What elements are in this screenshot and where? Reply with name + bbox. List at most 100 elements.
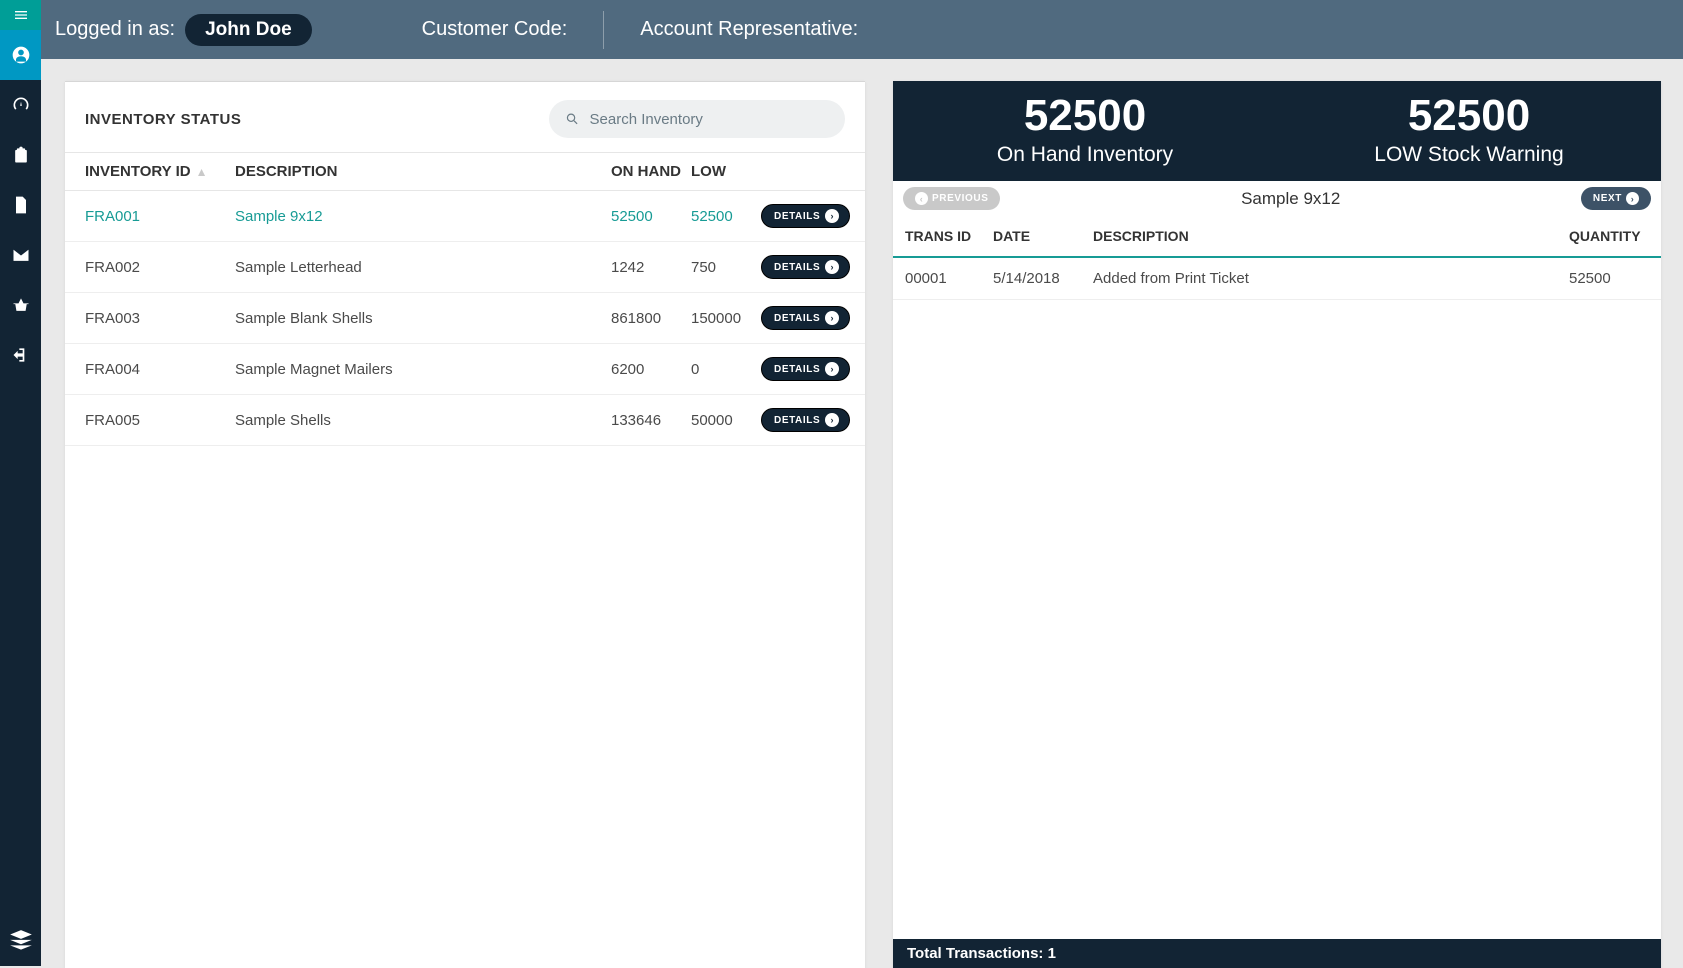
inventory-low: 50000 — [691, 412, 761, 429]
trans-date: 5/14/2018 — [993, 270, 1093, 287]
sidebar-item-clipboard[interactable] — [0, 130, 41, 180]
trans-id: 00001 — [905, 270, 993, 287]
details-button[interactable]: DETAILS › — [761, 255, 850, 279]
detail-nav-row: ‹ PREVIOUS Sample 9x12 NEXT › — [893, 181, 1661, 216]
transactions-table-header: TRANS ID DATE DESCRIPTION QUANTITY — [893, 216, 1661, 258]
trans-desc: Added from Print Ticket — [1093, 270, 1569, 287]
details-button[interactable]: DETAILS › — [761, 357, 850, 381]
envelope-icon — [11, 245, 31, 265]
chevron-right-icon: › — [825, 413, 839, 427]
brand-logo — [0, 916, 41, 966]
topbar-separator — [603, 11, 604, 49]
inventory-low: 52500 — [691, 208, 761, 225]
transactions-table: TRANS ID DATE DESCRIPTION QUANTITY 00001… — [893, 216, 1661, 300]
chevron-left-icon: ‹ — [915, 192, 928, 205]
inventory-desc: Sample Magnet Mailers — [235, 361, 611, 378]
dashboard-gauge-icon — [11, 95, 31, 115]
detail-item-name: Sample 9x12 — [1000, 189, 1580, 209]
transaction-row[interactable]: 000015/14/2018Added from Print Ticket525… — [893, 258, 1661, 300]
inventory-row[interactable]: FRA001Sample 9x125250052500DETAILS › — [65, 191, 865, 242]
search-icon — [565, 111, 580, 127]
chevron-right-icon: › — [825, 362, 839, 376]
logout-icon — [11, 345, 31, 365]
account-rep-label: Account Representative: — [640, 18, 858, 41]
inventory-desc: Sample 9x12 — [235, 208, 611, 225]
column-header-qty[interactable]: QUANTITY — [1569, 228, 1649, 244]
next-button[interactable]: NEXT › — [1581, 187, 1651, 210]
inventory-id: FRA002 — [85, 259, 235, 276]
inventory-low: 150000 — [691, 310, 761, 327]
sidebar-item-mail[interactable] — [0, 230, 41, 280]
sidebar-item-logout[interactable] — [0, 330, 41, 380]
chevron-right-icon: › — [825, 209, 839, 223]
inventory-id: FRA001 — [85, 208, 235, 225]
summary-onhand-value: 52500 — [893, 91, 1277, 141]
column-header-transid[interactable]: TRANS ID — [905, 228, 993, 244]
inventory-desc: Sample Blank Shells — [235, 310, 611, 327]
inventory-onhand: 52500 — [611, 208, 691, 225]
column-header-low[interactable]: LOW — [691, 163, 761, 180]
sidebar-item-basket[interactable] — [0, 280, 41, 330]
column-header-date[interactable]: DATE — [993, 228, 1093, 244]
details-button[interactable]: DETAILS › — [761, 204, 850, 228]
inventory-onhand: 1242 — [611, 259, 691, 276]
previous-button[interactable]: ‹ PREVIOUS — [903, 187, 1000, 210]
panel-title: INVENTORY STATUS — [85, 111, 241, 128]
inventory-id: FRA003 — [85, 310, 235, 327]
footer-label: Total Transactions: — [907, 945, 1048, 962]
inventory-id: FRA005 — [85, 412, 235, 429]
document-icon — [11, 195, 31, 215]
inventory-onhand: 6200 — [611, 361, 691, 378]
sidebar-item-document[interactable] — [0, 180, 41, 230]
chevron-right-icon: › — [825, 260, 839, 274]
summary-low-value: 52500 — [1277, 91, 1661, 141]
stack-icon — [8, 928, 34, 954]
logged-in-label: Logged in as: — [55, 18, 175, 41]
inventory-row[interactable]: FRA002Sample Letterhead1242750DETAILS › — [65, 242, 865, 293]
user-name-pill[interactable]: John Doe — [185, 14, 312, 46]
topbar: Logged in as: John Doe Customer Code: Ac… — [41, 0, 1683, 59]
inventory-row[interactable]: FRA005Sample Shells13364650000DETAILS › — [65, 395, 865, 446]
inventory-id: FRA004 — [85, 361, 235, 378]
main-content: INVENTORY STATUS INVENTORY ID▲ DESCRIPTI… — [41, 59, 1683, 966]
hamburger-icon — [13, 7, 29, 23]
trans-qty: 52500 — [1569, 270, 1649, 287]
inventory-row[interactable]: FRA004Sample Magnet Mailers62000DETAILS … — [65, 344, 865, 395]
column-header-id[interactable]: INVENTORY ID▲ — [85, 163, 235, 180]
inventory-detail-panel: 52500 On Hand Inventory 52500 LOW Stock … — [893, 81, 1661, 968]
chevron-right-icon: › — [825, 311, 839, 325]
summary-low-label: LOW Stock Warning — [1277, 143, 1661, 167]
details-button[interactable]: DETAILS › — [761, 408, 850, 432]
inventory-table: INVENTORY ID▲ DESCRIPTION ON HAND LOW FR… — [65, 152, 865, 446]
inventory-onhand: 133646 — [611, 412, 691, 429]
summary-onhand-label: On Hand Inventory — [893, 143, 1277, 167]
user-circle-icon — [11, 45, 31, 65]
summary-bar: 52500 On Hand Inventory 52500 LOW Stock … — [893, 81, 1661, 181]
inventory-row[interactable]: FRA003Sample Blank Shells861800150000DET… — [65, 293, 865, 344]
inventory-desc: Sample Letterhead — [235, 259, 611, 276]
sidebar — [0, 0, 41, 966]
inventory-low: 750 — [691, 259, 761, 276]
chevron-right-icon: › — [1626, 192, 1639, 205]
summary-onhand: 52500 On Hand Inventory — [893, 81, 1277, 181]
column-header-onhand[interactable]: ON HAND — [611, 163, 691, 180]
sidebar-item-account[interactable] — [0, 30, 41, 80]
inventory-status-panel: INVENTORY STATUS INVENTORY ID▲ DESCRIPTI… — [65, 81, 865, 968]
footer-count: 1 — [1048, 945, 1056, 962]
column-header-desc2[interactable]: DESCRIPTION — [1093, 228, 1569, 244]
summary-low: 52500 LOW Stock Warning — [1277, 81, 1661, 181]
column-header-desc[interactable]: DESCRIPTION — [235, 163, 611, 180]
sort-asc-icon: ▲ — [196, 165, 208, 179]
inventory-table-header: INVENTORY ID▲ DESCRIPTION ON HAND LOW — [65, 152, 865, 191]
search-box[interactable] — [549, 100, 845, 138]
menu-toggle-button[interactable] — [0, 0, 41, 30]
search-input[interactable] — [590, 111, 829, 128]
panel-header: INVENTORY STATUS — [65, 82, 865, 152]
inventory-onhand: 861800 — [611, 310, 691, 327]
inventory-low: 0 — [691, 361, 761, 378]
clipboard-icon — [11, 145, 31, 165]
basket-icon — [11, 295, 31, 315]
details-button[interactable]: DETAILS › — [761, 306, 850, 330]
sidebar-item-dashboard[interactable] — [0, 80, 41, 130]
inventory-desc: Sample Shells — [235, 412, 611, 429]
